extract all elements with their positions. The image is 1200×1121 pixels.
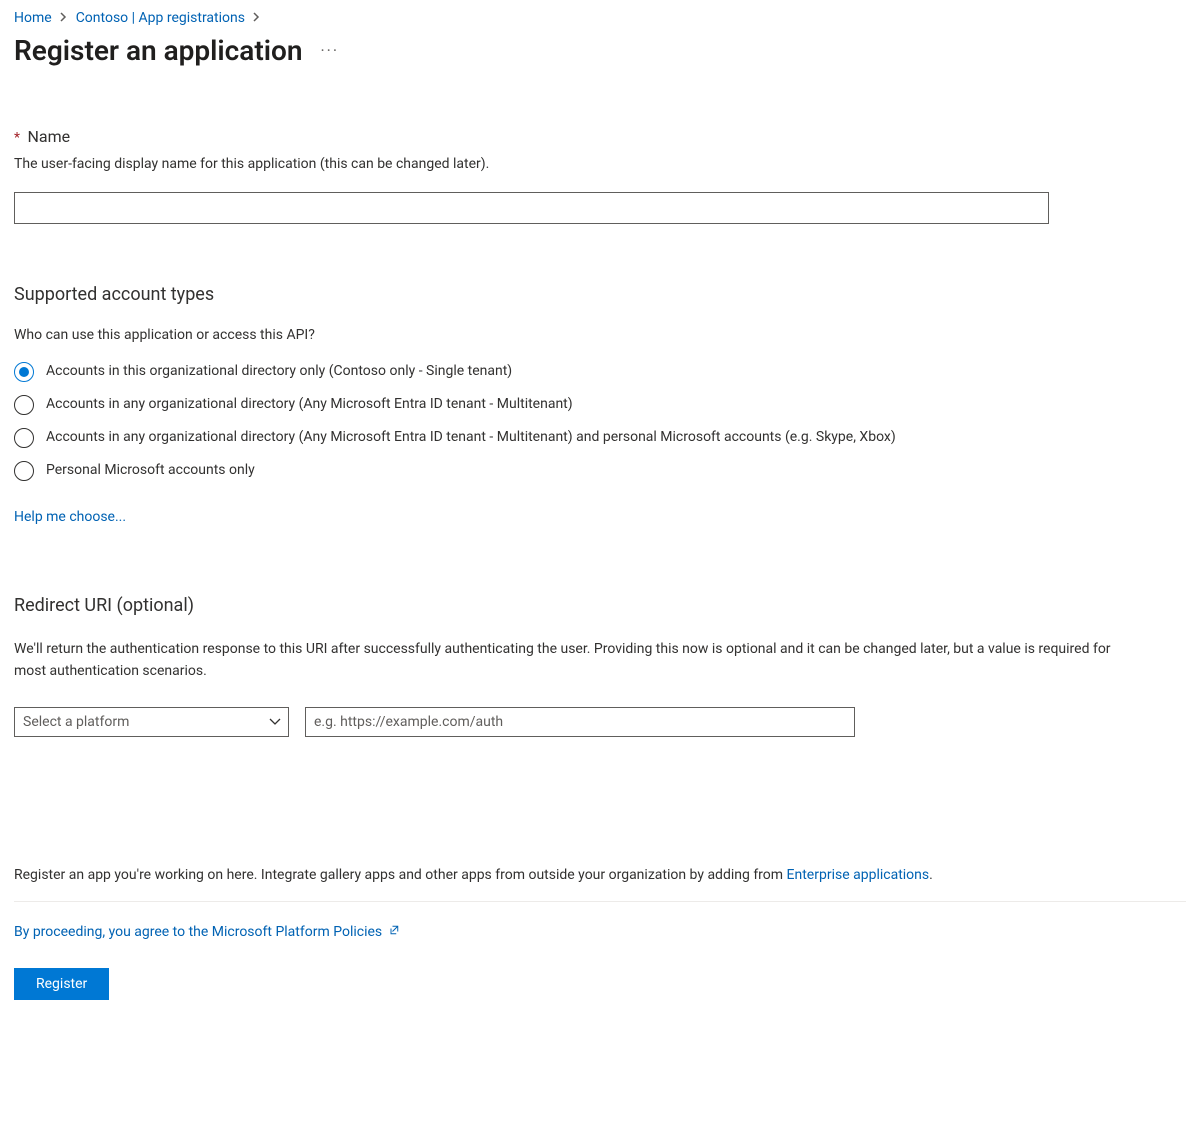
- radio-personal-only[interactable]: Personal Microsoft accounts only: [14, 460, 1186, 481]
- redirect-heading: Redirect URI (optional): [14, 595, 1186, 616]
- enterprise-applications-link[interactable]: Enterprise applications: [787, 867, 930, 883]
- account-types-heading: Supported account types: [14, 284, 1186, 305]
- breadcrumb-path[interactable]: Contoso | App registrations: [76, 10, 245, 26]
- required-indicator: *: [14, 130, 20, 146]
- redirect-row: Select a platform: [14, 707, 1186, 737]
- external-link-icon: [388, 924, 400, 940]
- radio-label: Personal Microsoft accounts only: [46, 460, 255, 481]
- radio-button-icon: [14, 461, 34, 481]
- policy-link[interactable]: By proceeding, you agree to the Microsof…: [14, 924, 400, 940]
- radio-button-icon: [14, 428, 34, 448]
- bottom-note-prefix: Register an app you're working on here. …: [14, 867, 787, 883]
- bottom-note-suffix: .: [929, 867, 933, 883]
- name-section: * Name The user-facing display name for …: [14, 127, 1186, 224]
- policy-link-text: By proceeding, you agree to the Microsof…: [14, 924, 382, 940]
- radio-multitenant-personal[interactable]: Accounts in any organizational directory…: [14, 427, 1186, 448]
- redirect-description: We'll return the authentication response…: [14, 638, 1144, 683]
- radio-multitenant[interactable]: Accounts in any organizational directory…: [14, 394, 1186, 415]
- help-me-choose-link[interactable]: Help me choose...: [14, 509, 126, 525]
- bottom-note: Register an app you're working on here. …: [14, 867, 1186, 883]
- account-types-radio-group: Accounts in this organizational director…: [14, 361, 1186, 481]
- radio-label: Accounts in any organizational directory…: [46, 394, 573, 415]
- breadcrumb-home[interactable]: Home: [14, 10, 52, 26]
- redirect-uri-input[interactable]: [305, 707, 855, 737]
- radio-single-tenant[interactable]: Accounts in this organizational director…: [14, 361, 1186, 382]
- radio-button-icon: [14, 395, 34, 415]
- name-input[interactable]: [14, 192, 1049, 224]
- chevron-right-icon: [253, 11, 261, 25]
- radio-label: Accounts in this organizational director…: [46, 361, 512, 382]
- name-label: Name: [28, 127, 71, 146]
- chevron-right-icon: [60, 11, 68, 25]
- register-button[interactable]: Register: [14, 968, 109, 1000]
- page-title: Register an application: [14, 34, 303, 67]
- divider: [14, 901, 1186, 902]
- more-actions-icon[interactable]: ···: [321, 41, 340, 60]
- radio-label: Accounts in any organizational directory…: [46, 427, 896, 448]
- radio-button-icon: [14, 362, 34, 382]
- platform-select[interactable]: Select a platform: [14, 707, 289, 737]
- breadcrumb: Home Contoso | App registrations: [14, 10, 1186, 26]
- account-types-subtext: Who can use this application or access t…: [14, 327, 1186, 343]
- platform-select-value: Select a platform: [23, 714, 129, 730]
- name-help-text: The user-facing display name for this ap…: [14, 156, 1186, 172]
